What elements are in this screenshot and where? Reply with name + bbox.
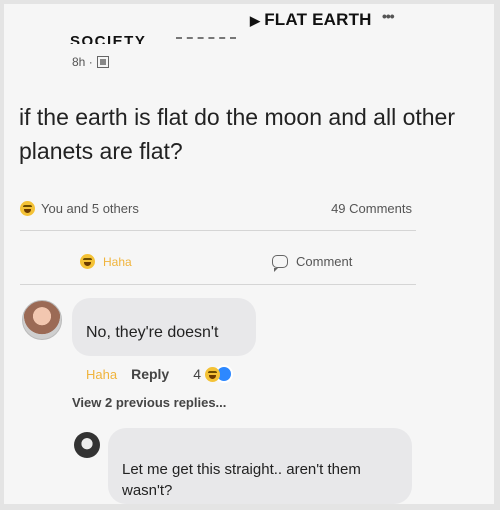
avatar[interactable] [22,300,62,340]
comment-reply-button[interactable]: Reply [131,366,169,382]
post-text: if the earth is flat do the moon and all… [19,104,455,164]
haha-emoji-icon [80,254,95,269]
triangle-right-icon: ▶ [250,13,261,28]
comments-count[interactable]: 49 Comments [331,201,412,216]
post-meta: 8h · [72,55,109,69]
post-time[interactable]: 8h [72,55,85,69]
more-options-icon[interactable]: ••• [382,8,395,24]
reactions-summary[interactable]: You and 5 others [20,201,139,216]
group-name-link[interactable]: ▶ FLAT EARTH [250,10,372,30]
group-name: FLAT EARTH [264,10,372,29]
view-previous-replies-link[interactable]: View 2 previous replies... [72,395,226,410]
comment-haha-button[interactable]: Haha [86,367,117,382]
reply-text: Let me get this straight.. aren't them w… [122,461,361,499]
haha-button[interactable]: Haha [80,254,132,269]
haha-label: Haha [103,254,132,269]
comment-label: Comment [296,254,353,269]
avatar[interactable] [74,432,100,458]
comment-reaction-count[interactable]: 4 [193,366,201,382]
comment-actions: Haha Reply 4 [86,365,233,383]
haha-emoji-icon [20,201,35,216]
author-name[interactable]: SOCIETY [70,32,146,44]
reactions-text: You and 5 others [41,201,139,216]
divider [20,230,416,231]
post-card: ▶ FLAT EARTH ••• SOCIETY 8h · if the eart… [4,4,494,504]
comment-icon [272,255,288,272]
divider [20,284,416,285]
redacted-name-line [176,37,236,41]
audience-icon[interactable] [96,56,109,68]
haha-emoji-icon [205,366,220,382]
comment-button[interactable]: Comment [272,254,353,272]
dot-separator: · [85,55,93,69]
comment-text: No, they're doesn't [86,324,219,341]
